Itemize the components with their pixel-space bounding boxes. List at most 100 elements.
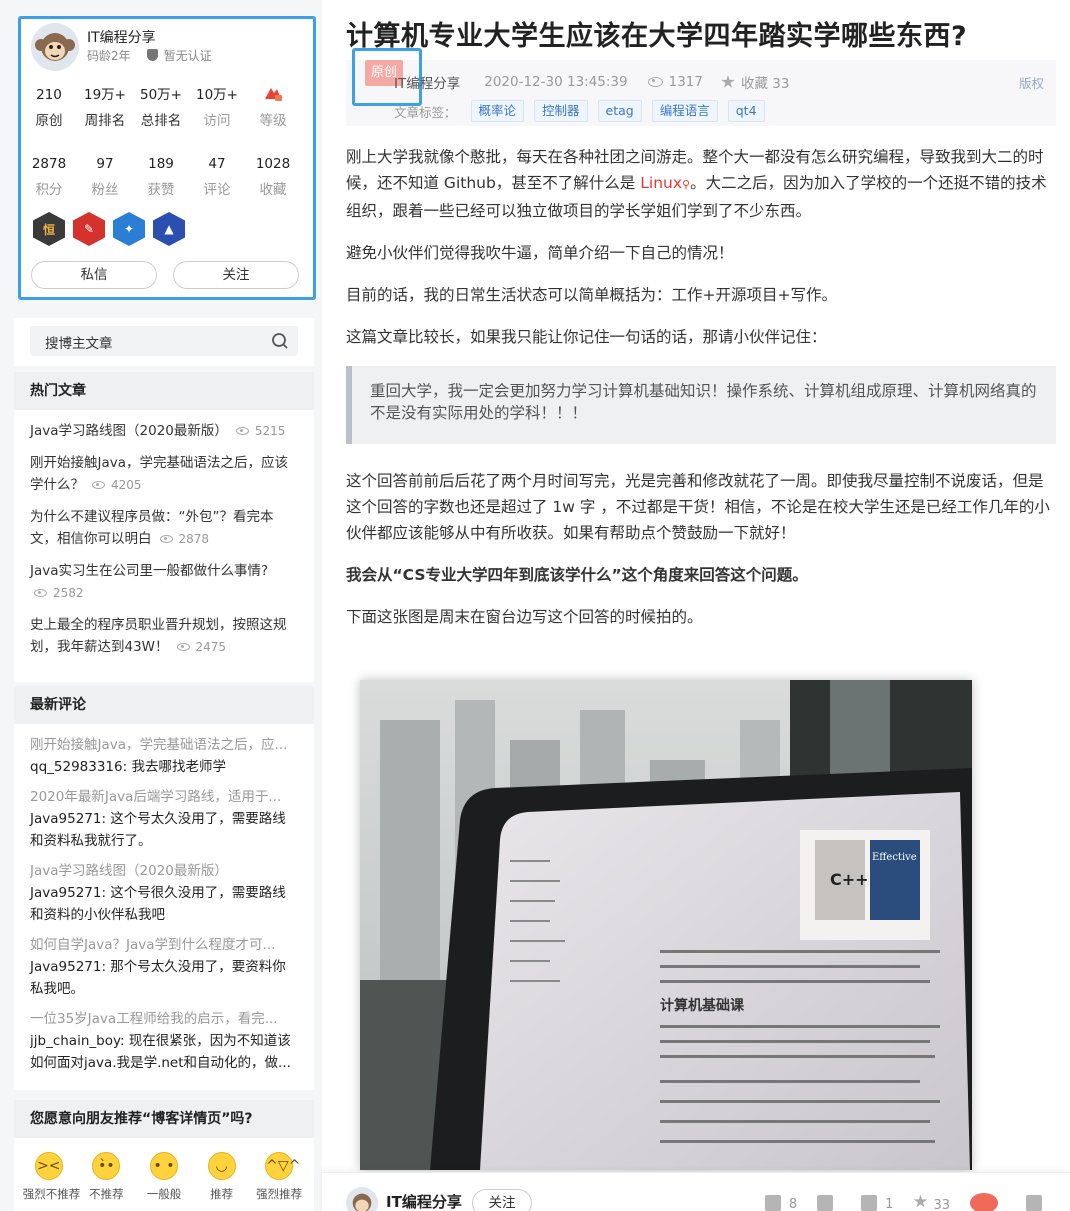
comment-topic[interactable]: 如何自学Java？Java学到什么程度才可... [30, 934, 298, 956]
comment-count: 1 [885, 1197, 894, 1211]
tag[interactable]: qt4 [727, 100, 765, 122]
blockquote: 重回大学，我一定会更加努力学习计算机基础知识！操作系统、计算机组成原理、计算机网… [346, 366, 1056, 444]
stat-points: 2878 积分 [21, 154, 77, 198]
views: 5215 [235, 424, 285, 438]
meta-favorite[interactable]: 收藏 33 [721, 72, 789, 92]
author-meta: 码龄2年 暂无认证 [87, 47, 212, 64]
comment-topic[interactable]: 2020年最新Java后端学习路线，适用于... [30, 786, 298, 808]
level-icon [245, 85, 301, 105]
comment-icon [861, 1195, 878, 1211]
badge-list: 恒 ✎ ✦ ▲ [33, 212, 185, 246]
message-button[interactable]: 私信 [31, 261, 157, 289]
comment-topic[interactable]: 一位35岁Java工程师给我的启示，看完... [30, 1008, 298, 1030]
article-content: 刚上大学我就像个憨批，每天在各种社团之间游走。整个大一都没有怎么研究编程，导致我… [346, 144, 1056, 646]
stat-total-rank[interactable]: 50万+ 总排名 [133, 85, 189, 129]
comment-topic[interactable]: Java学习路线图（2020最新版） [30, 860, 298, 882]
reward-button[interactable] [970, 1193, 1006, 1211]
linux-link[interactable]: Linux [640, 174, 682, 192]
tag[interactable]: etag [597, 100, 642, 122]
option-label: 推荐 [210, 1187, 234, 1201]
option-neutral[interactable]: • • 一般般 [138, 1152, 190, 1202]
eye-icon [34, 589, 47, 597]
comment-body: Java95271: 这个号太久没用了，需要路线和资料私我就行了。 [30, 811, 286, 849]
stat-label: 总排名 [140, 113, 182, 129]
option-recommend[interactable]: ◡ 推荐 [196, 1152, 248, 1202]
profile-actions: 私信 关注 [31, 261, 299, 289]
stat-original[interactable]: 210 原创 [21, 85, 77, 129]
option-strongly-not[interactable]: >< 强烈不推荐 [23, 1152, 80, 1202]
list-item[interactable]: 刚开始接触Java，学完基础语法之后，应该学什么？ 4205 [14, 452, 314, 496]
views: 2582 [34, 586, 84, 600]
hot-article-title[interactable]: Java实习生在公司里一般都做什么事情? [30, 563, 268, 579]
comment-button[interactable]: 1 [861, 1195, 893, 1211]
tag[interactable]: 控制器 [534, 100, 588, 122]
eye-icon [92, 481, 105, 489]
badge-icon[interactable]: 恒 [33, 212, 65, 246]
recommend-survey: 您愿意向朋友推荐“博客详情页”吗? >< 强烈不推荐 •̀• 不推荐 • • 一般般 … [14, 1100, 314, 1211]
list-item[interactable]: Java实习生在公司里一般都做什么事情? 2582 [14, 560, 314, 604]
comment-item[interactable]: 一位35岁Java工程师给我的启示，看完... jjb_chain_boy: 现在… [14, 1008, 314, 1074]
views-count: 2475 [195, 640, 227, 654]
comment-item[interactable]: 刚开始接触Java，学完基础语法之后，应... qq_52983316: 我去哪找… [14, 734, 314, 778]
comment-item[interactable]: 2020年最新Java后端学习路线，适用于... Java95271: 这个号太久… [14, 786, 314, 852]
article-tags: 文章标签： 概率论 控制器 etag 编程语言 qt4 [394, 100, 775, 122]
views: 2878 [159, 532, 209, 546]
hot-article-title[interactable]: Java学习路线图（2020最新版） [30, 423, 228, 439]
frown-face-icon: •̀• [92, 1152, 121, 1180]
views: 2475 [176, 640, 227, 654]
hot-article-title[interactable]: 史上最全的程序员职业晋升规划，按照这规划，我年薪达到43W！ [30, 617, 287, 655]
comment-item[interactable]: Java学习路线图（2020最新版） Java95271: 这个号很久没用了，需要… [14, 860, 314, 926]
option-not[interactable]: •̀• 不推荐 [80, 1152, 132, 1202]
laugh-face-icon: ^▽^ [265, 1152, 300, 1180]
stat-num: 210 [36, 87, 62, 103]
latest-comments-title: 最新评论 [14, 686, 314, 724]
eye-icon [159, 535, 173, 543]
footer-follow-button[interactable]: 关注 [472, 1189, 532, 1211]
footer-author[interactable]: IT编程分享 [386, 1191, 462, 1211]
stat-visits: 10万+ 访问 [189, 85, 245, 129]
stat-label: 周排名 [84, 113, 126, 129]
stat-fans[interactable]: 97 粉丝 [77, 154, 133, 198]
search-icon[interactable]: ⚲ [682, 178, 690, 191]
code-age: 码龄2年 [87, 49, 131, 63]
like-button[interactable]: 8 [764, 1195, 797, 1211]
views-count: 4205 [111, 478, 142, 492]
meta-author[interactable]: IT编程分享 [394, 72, 460, 92]
hot-article-title[interactable]: 刚开始接触Java，学完基础语法之后，应该学什么？ [30, 455, 288, 493]
eye-icon [647, 77, 663, 87]
tag[interactable]: 概率论 [470, 100, 525, 122]
stat-week-rank[interactable]: 19万+ 周排名 [77, 85, 133, 129]
favorite-button[interactable]: 33 [913, 1194, 950, 1211]
stat-num: 2878 [31, 156, 67, 172]
author-name[interactable]: IT编程分享 [87, 27, 156, 47]
option-strongly[interactable]: ^▽^ 强烈推荐 [253, 1152, 305, 1202]
share-button[interactable] [1026, 1195, 1050, 1211]
author-avatar[interactable] [31, 23, 79, 71]
list-item[interactable]: 为什么不建议程序员做：“外包”？看完本文，相信你可以明白 2878 [14, 506, 314, 550]
stat-num: 19万+ [84, 87, 126, 103]
comment-item[interactable]: 如何自学Java？Java学到什么程度才可... Java95271: 那个号太久… [14, 934, 314, 1000]
list-item[interactable]: Java学习路线图（2020最新版） 5215 [14, 420, 314, 442]
tag[interactable]: 编程语言 [651, 100, 718, 122]
option-label: 不推荐 [89, 1187, 124, 1201]
footer-avatar[interactable] [346, 1187, 378, 1211]
rocket-badge-icon[interactable]: ▲ [153, 212, 185, 246]
share-icon [1026, 1195, 1042, 1211]
hot-article-title[interactable]: 为什么不建议程序员做：“外包”？看完本文，相信你可以明白 [30, 509, 274, 547]
paragraph: 这篇文章比较长，如果我只能让你记住一句话的话，那请小伙伴记住： [346, 328, 827, 346]
search-icon[interactable] [262, 326, 298, 356]
stat-level[interactable]: 等级 [245, 85, 301, 129]
hot-articles: 热门文章 Java学习路线图（2020最新版） 5215 刚开始接触Java，学完… [14, 372, 314, 682]
comment-topic[interactable]: 刚开始接触Java，学完基础语法之后，应... [30, 734, 298, 756]
dislike-button[interactable] [817, 1195, 841, 1211]
stat-num: 97 [96, 156, 114, 172]
views-count: 2582 [53, 586, 84, 600]
option-label: 强烈推荐 [256, 1187, 303, 1201]
copyright-link[interactable]: 版权 [1019, 73, 1044, 92]
follow-button[interactable]: 关注 [173, 261, 299, 289]
svg-text:计算机基础课: 计算机基础课 [660, 997, 745, 1014]
pen-badge-icon[interactable]: ✎ [73, 212, 105, 246]
list-item[interactable]: 史上最全的程序员职业晋升规划，按照这规划，我年薪达到43W！ 2475 [14, 614, 314, 658]
blog-search-input[interactable]: 搜博主文章 [30, 326, 298, 356]
bird-badge-icon[interactable]: ✦ [113, 212, 145, 246]
